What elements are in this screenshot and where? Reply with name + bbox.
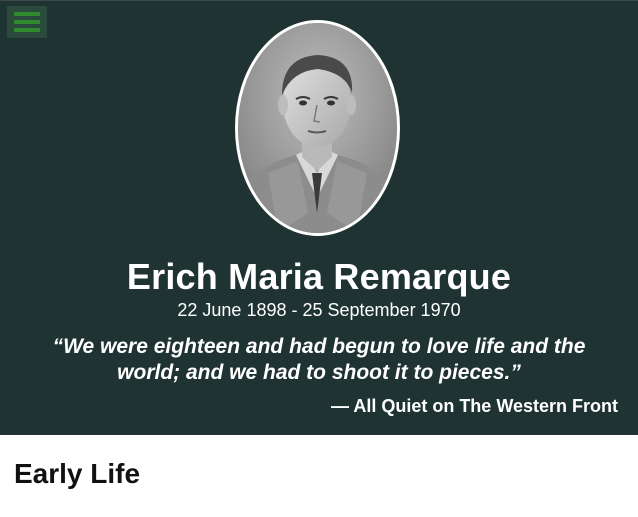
- hero-header: Erich Maria Remarque 22 June 1898 - 25 S…: [0, 0, 638, 435]
- page-title: Erich Maria Remarque: [126, 256, 512, 297]
- quote-attribution: — All Quiet on The Western Front: [330, 396, 618, 416]
- hamburger-menu-button[interactable]: [7, 6, 47, 38]
- portrait-illustration: [238, 23, 397, 233]
- quote-text: “We were eighteen and had begun to love …: [52, 335, 586, 384]
- menu-bar-icon: [14, 28, 40, 32]
- menu-bar-icon: [14, 12, 40, 16]
- section-heading-early-life: Early Life: [14, 458, 141, 489]
- portrait-photo: [235, 20, 400, 236]
- menu-bar-icon: [14, 20, 40, 24]
- life-dates: 22 June 1898 - 25 September 1970: [177, 300, 461, 320]
